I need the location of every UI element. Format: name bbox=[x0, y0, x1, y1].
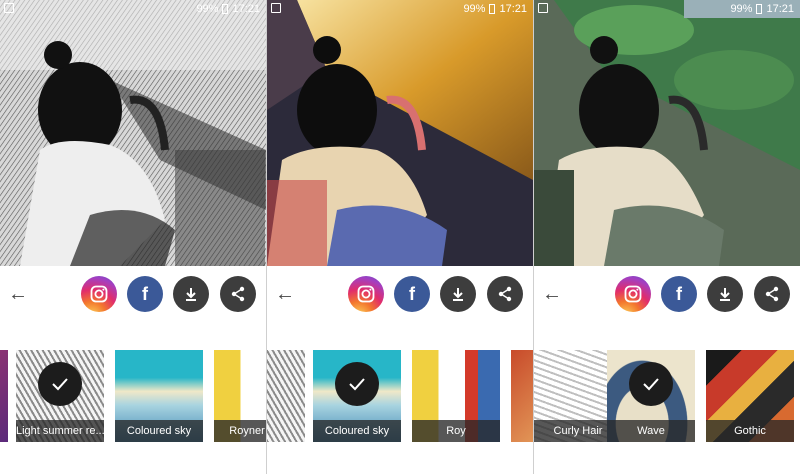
stylized-photo bbox=[534, 0, 800, 266]
action-bar: ← f bbox=[267, 266, 533, 322]
filter-thumb[interactable] bbox=[267, 350, 305, 442]
clock: 17:21 bbox=[499, 3, 527, 15]
stylized-photo bbox=[267, 0, 533, 266]
filter-thumb[interactable] bbox=[0, 350, 8, 442]
battery-icon bbox=[222, 4, 229, 14]
photo-art bbox=[534, 0, 800, 266]
battery-text: 99% bbox=[196, 3, 219, 15]
action-bar: ← f bbox=[0, 266, 266, 322]
filter-thumb[interactable]: Royner re... bbox=[214, 350, 266, 442]
battery-text: 99% bbox=[730, 3, 753, 15]
status-bar: 99% 17:21 bbox=[267, 0, 533, 18]
share-icon bbox=[231, 286, 245, 302]
download-button[interactable] bbox=[440, 276, 476, 312]
filter-thumb-selected[interactable]: Coloured sky bbox=[313, 350, 401, 442]
filter-thumb-selected[interactable]: Wave bbox=[607, 350, 695, 442]
facebook-share-button[interactable]: f bbox=[661, 276, 697, 312]
download-icon bbox=[720, 288, 730, 301]
notification-icon bbox=[271, 3, 281, 13]
filter-label: Coloured sky bbox=[115, 420, 203, 442]
download-button[interactable] bbox=[173, 276, 209, 312]
instagram-share-button[interactable] bbox=[615, 276, 651, 312]
selected-check bbox=[38, 362, 82, 406]
share-icon bbox=[498, 286, 512, 302]
battery-icon bbox=[756, 4, 763, 14]
result-panel-wave: 99% 17:21 ← f Curly Hair Wave Gothic bbox=[534, 0, 800, 474]
facebook-share-button[interactable]: f bbox=[394, 276, 430, 312]
instagram-icon bbox=[90, 285, 108, 303]
download-button[interactable] bbox=[707, 276, 743, 312]
checkmark-icon bbox=[643, 378, 659, 391]
battery-icon bbox=[489, 4, 496, 14]
share-button[interactable] bbox=[487, 276, 523, 312]
checkmark-icon bbox=[349, 378, 365, 391]
result-panel-sketch: 99% 17:21 ← f Light summer re... Coloure… bbox=[0, 0, 266, 474]
filter-thumb-selected[interactable]: Light summer re... bbox=[16, 350, 104, 442]
download-icon bbox=[186, 288, 196, 301]
download-icon bbox=[453, 288, 463, 301]
filter-label: Light summer re... bbox=[16, 420, 104, 442]
back-arrow-icon[interactable]: ← bbox=[540, 282, 564, 306]
selected-check bbox=[629, 362, 673, 406]
instagram-icon bbox=[357, 285, 375, 303]
filter-strip[interactable]: Light summer re... Coloured sky Royner r… bbox=[0, 350, 266, 442]
facebook-icon: f bbox=[142, 283, 148, 304]
photo-art bbox=[0, 0, 266, 266]
filter-preview bbox=[267, 350, 305, 442]
filter-thumb[interactable] bbox=[511, 350, 533, 442]
stylized-photo bbox=[0, 0, 266, 266]
filter-thumb[interactable]: Gothic bbox=[706, 350, 794, 442]
battery-text: 99% bbox=[463, 3, 486, 15]
instagram-share-button[interactable] bbox=[81, 276, 117, 312]
filter-strip[interactable]: Coloured sky Roy bbox=[267, 350, 533, 442]
photo-art bbox=[267, 0, 533, 266]
instagram-icon bbox=[624, 285, 642, 303]
result-panel-coloured-sky: 99% 17:21 ← f Coloured sky Roy bbox=[267, 0, 533, 474]
clock: 17:21 bbox=[232, 3, 260, 15]
status-bar: 99% 17:21 bbox=[534, 0, 800, 18]
status-bar: 99% 17:21 bbox=[0, 0, 266, 18]
selected-check bbox=[335, 362, 379, 406]
filter-strip[interactable]: Curly Hair Wave Gothic bbox=[534, 350, 800, 442]
filter-label: Roy bbox=[412, 420, 500, 442]
clock: 17:21 bbox=[766, 3, 794, 15]
share-button[interactable] bbox=[754, 276, 790, 312]
facebook-share-button[interactable]: f bbox=[127, 276, 163, 312]
filter-label: Gothic bbox=[706, 420, 794, 442]
checkmark-icon bbox=[52, 378, 68, 391]
action-bar: ← f bbox=[534, 266, 800, 322]
notification-icon bbox=[4, 3, 14, 13]
back-arrow-icon[interactable]: ← bbox=[6, 282, 30, 306]
filter-label: Wave bbox=[607, 420, 695, 442]
back-arrow-icon[interactable]: ← bbox=[273, 282, 297, 306]
share-button[interactable] bbox=[220, 276, 256, 312]
notification-icon bbox=[538, 3, 548, 13]
filter-label: Coloured sky bbox=[313, 420, 401, 442]
facebook-icon: f bbox=[676, 283, 682, 304]
filter-label: Royner re... bbox=[214, 420, 266, 442]
filter-thumb[interactable]: Coloured sky bbox=[115, 350, 203, 442]
facebook-icon: f bbox=[409, 283, 415, 304]
filter-preview bbox=[511, 350, 533, 442]
filter-preview bbox=[0, 350, 8, 442]
filter-thumb[interactable]: Roy bbox=[412, 350, 500, 442]
instagram-share-button[interactable] bbox=[348, 276, 384, 312]
share-icon bbox=[765, 286, 779, 302]
